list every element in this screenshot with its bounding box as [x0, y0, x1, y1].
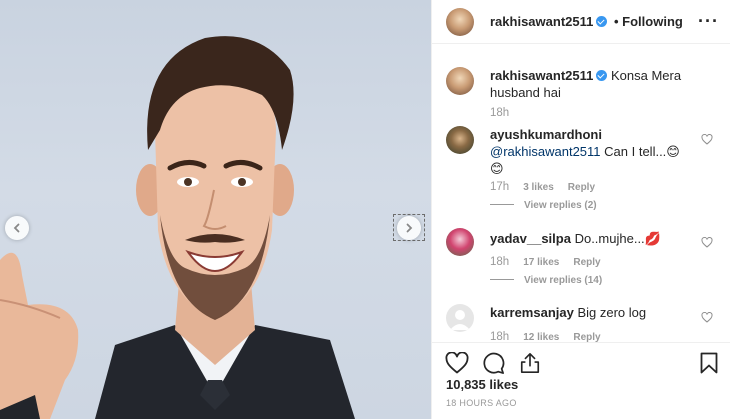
comment-avatar[interactable] [446, 228, 474, 256]
post-details-panel: rakhisawant2511 • Following ··· rakhisaw… [431, 0, 730, 419]
comment-like-heart-icon[interactable] [701, 237, 713, 248]
chevron-left-icon [13, 223, 20, 233]
caption-text: rakhisawant2511 Konsa Mera husband hai [490, 67, 700, 101]
follow-separator: • [613, 14, 619, 29]
man-portrait-image [0, 36, 355, 419]
bookmark-icon[interactable] [700, 352, 718, 374]
comment-reply-button[interactable]: Reply [568, 182, 595, 193]
view-replies-label: View replies (2) [524, 200, 597, 211]
comment-username[interactable]: karremsanjay [490, 305, 574, 320]
share-icon[interactable] [519, 352, 541, 374]
comment-bubble-icon[interactable] [482, 352, 505, 375]
comment-text: karremsanjay Big zero log [490, 304, 690, 321]
more-options-icon[interactable]: ··· [698, 12, 719, 30]
comment-text: ayushkumardhoni @rakhisawant2511 Can I t… [490, 126, 690, 177]
post-header: rakhisawant2511 • Following ··· [432, 0, 730, 44]
comments-list[interactable]: rakhisawant2511 Konsa Mera husband hai 1… [432, 45, 730, 342]
comment-likes[interactable]: 17 likes [523, 257, 559, 268]
author-username[interactable]: rakhisawant2511 [490, 14, 593, 29]
comment-time: 18h [490, 256, 510, 268]
comment-avatar[interactable] [446, 126, 474, 154]
caption-username[interactable]: rakhisawant2511 [490, 68, 593, 83]
verified-badge-icon [596, 70, 608, 81]
post-timestamp: 18 HOURS AGO [446, 398, 517, 408]
comment-username[interactable]: yadav__silpa [490, 231, 571, 246]
comment-meta: 18h 17 likes Reply [490, 256, 601, 268]
comment-meta: 18h 12 likes Reply [490, 331, 601, 342]
comment-mention-link[interactable]: @rakhisawant2511 [490, 144, 601, 159]
view-replies-button[interactable]: View replies (14) [490, 275, 602, 286]
comment-avatar[interactable] [446, 304, 474, 332]
comment-time: 18h [490, 331, 510, 342]
author-avatar[interactable] [446, 8, 474, 36]
comment-like-heart-icon[interactable] [701, 312, 713, 323]
view-replies-label: View replies (14) [524, 275, 603, 286]
verified-badge-icon [596, 16, 608, 27]
post-photo[interactable] [0, 0, 431, 419]
caption-avatar[interactable] [446, 67, 474, 95]
comment-meta: 17h 3 likes Reply [490, 181, 595, 193]
caption-time: 18h [490, 107, 510, 119]
comment-reply-button[interactable]: Reply [573, 332, 600, 342]
divider-dash [490, 204, 514, 205]
comment-body: Do..mujhe...💋 [574, 231, 661, 246]
comment-username[interactable]: ayushkumardhoni [490, 127, 602, 142]
comment-time: 17h [490, 181, 510, 193]
chevron-right-icon [406, 223, 413, 233]
default-avatar-icon [450, 310, 470, 330]
carousel-next-button[interactable] [397, 216, 421, 240]
heart-icon[interactable] [445, 352, 469, 374]
comment-likes[interactable]: 12 likes [523, 332, 559, 342]
following-button[interactable]: Following [622, 14, 683, 29]
comment-text: yadav__silpa Do..mujhe...💋 [490, 230, 690, 247]
comment-reply-button[interactable]: Reply [573, 257, 600, 268]
comment-body: Big zero log [577, 305, 647, 320]
likes-count[interactable]: 10,835 likes [446, 377, 518, 392]
comment-likes[interactable]: 3 likes [523, 182, 554, 193]
author-username-row: rakhisawant2511 • Following [490, 14, 683, 29]
carousel-prev-button[interactable] [5, 216, 29, 240]
view-replies-button[interactable]: View replies (2) [490, 200, 597, 211]
divider-dash [490, 279, 514, 280]
comment-like-heart-icon[interactable] [701, 134, 713, 145]
